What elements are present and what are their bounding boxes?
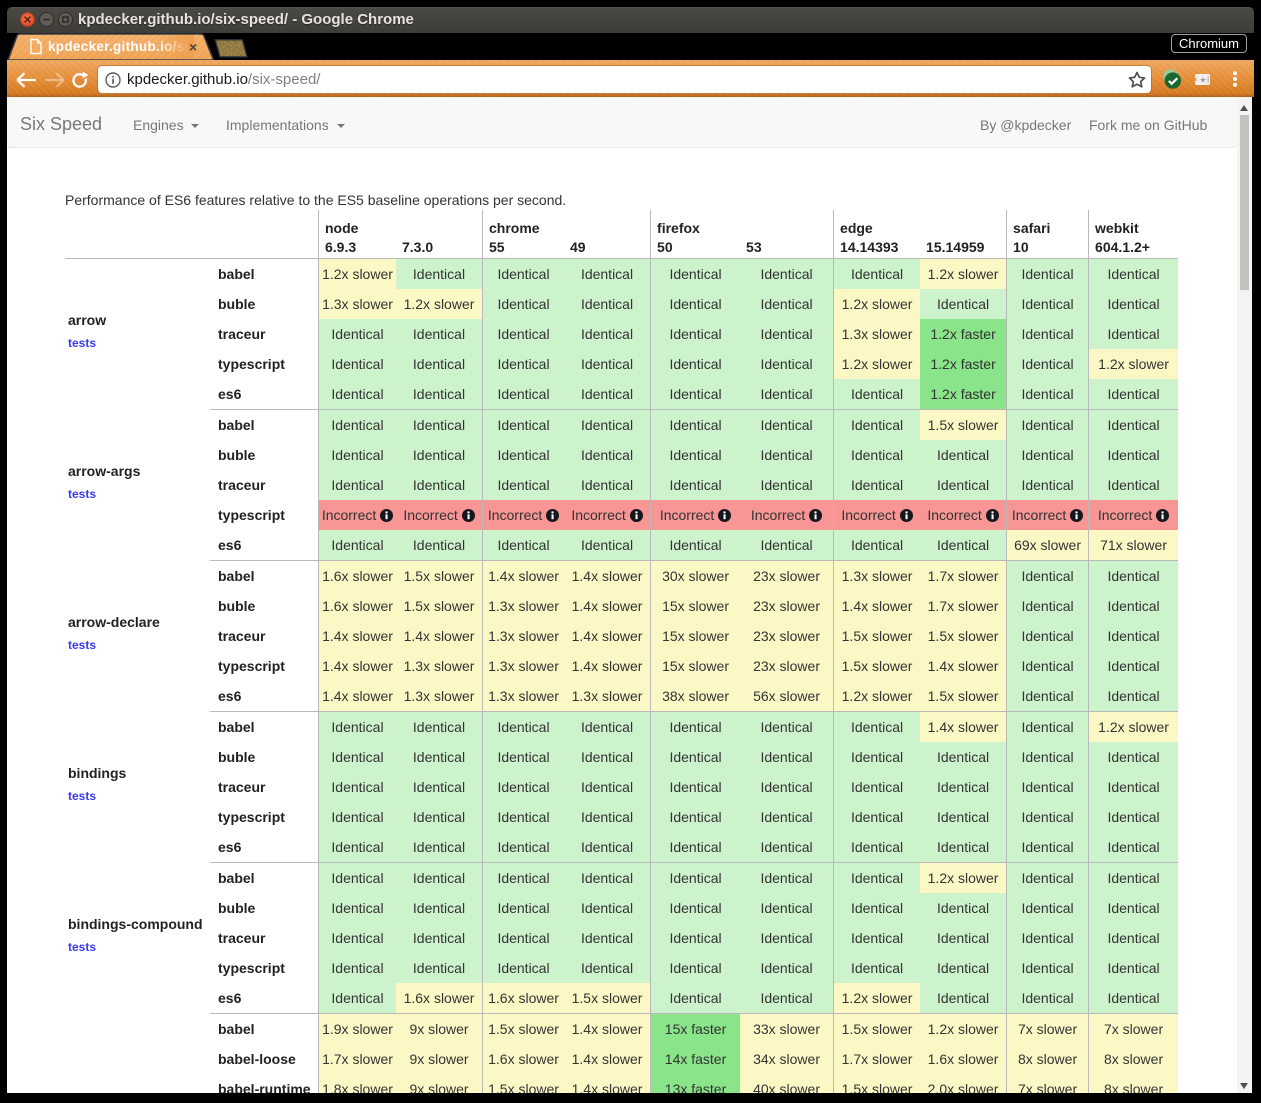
svg-text:★: ★ <box>1199 76 1206 85</box>
